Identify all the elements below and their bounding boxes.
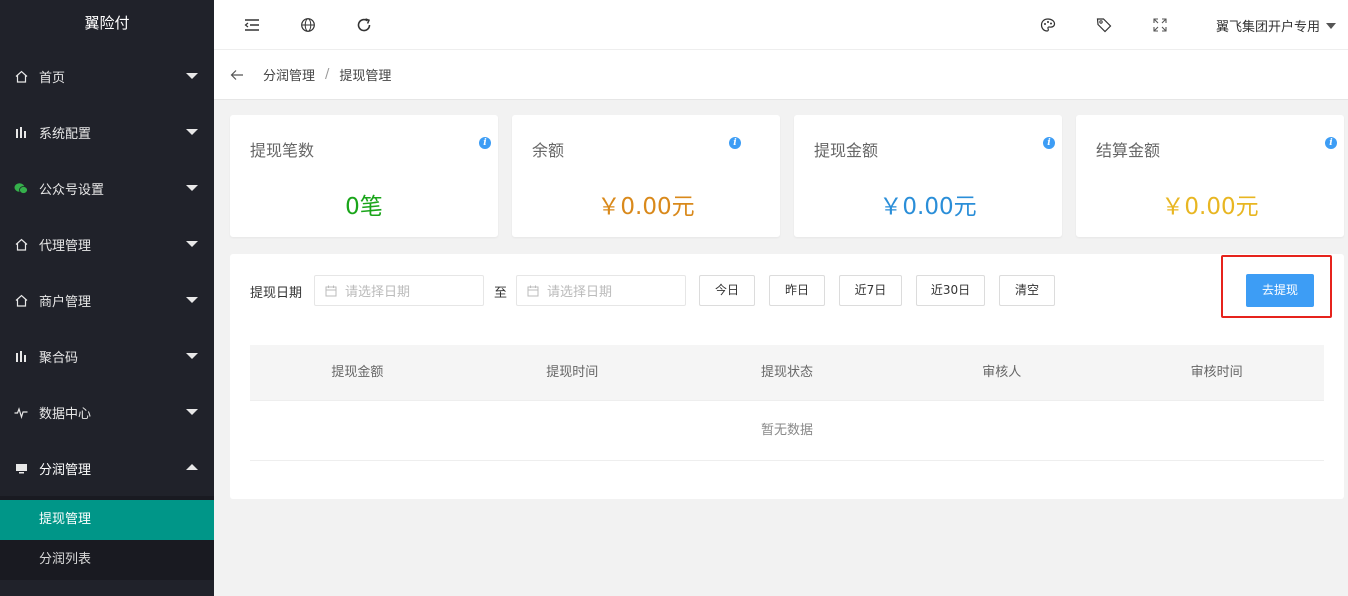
breadcrumb-item[interactable]: 分润管理 [263, 65, 315, 84]
info-icon[interactable]: i [729, 137, 741, 149]
sidebar-item-system-config[interactable]: 系统配置 [0, 104, 214, 160]
start-date-input[interactable]: 请选择日期 [314, 275, 484, 306]
column-header: 审核人 [982, 365, 1022, 380]
chevron-down-icon [186, 129, 198, 135]
user-name: 翼飞集团开户专用 [1215, 20, 1320, 35]
sidebar-item-home[interactable]: 首页 [0, 48, 214, 104]
home-icon [14, 237, 28, 251]
submenu-profit-management: 提现管理 分润列表 [0, 496, 214, 580]
empty-state: 暂无数据 [250, 401, 1324, 461]
stat-card-balance: 余额 i ￥0.00元 [512, 115, 780, 237]
chevron-down-icon [186, 185, 198, 191]
withdraw-panel: 提现日期 请选择日期 至 请选择日期 今日 昨日 近7日 近30日 清空 去提现… [230, 254, 1344, 499]
caret-down-icon [1326, 22, 1336, 29]
sidebar-subitem-profit-list[interactable]: 分润列表 [0, 540, 214, 580]
card-title: 提现金额 [814, 141, 879, 160]
info-icon[interactable]: i [1043, 137, 1055, 149]
sidebar-item-label: 聚合码 [39, 350, 79, 366]
back-arrow-icon[interactable] [230, 68, 244, 82]
info-icon[interactable]: i [1325, 137, 1337, 149]
sidebar-item-label: 首页 [39, 70, 66, 86]
app-title: 翼险付 [0, 0, 214, 48]
stat-card-settlement-amount: 结算金额 i ￥0.00元 [1076, 115, 1344, 237]
sidebar-item-wechat-settings[interactable]: 公众号设置 [0, 160, 214, 216]
chevron-down-icon [186, 241, 198, 247]
sidebar-item-data-center[interactable]: 数据中心 [0, 384, 214, 440]
card-value: 0笔 [345, 194, 383, 220]
chart-icon [14, 125, 28, 139]
pulse-icon [14, 405, 28, 419]
clear-button[interactable]: 清空 [999, 275, 1055, 306]
withdraw-button[interactable]: 去提现 [1246, 274, 1314, 307]
card-title: 结算金额 [1096, 141, 1161, 160]
today-button[interactable]: 今日 [699, 275, 755, 306]
last-7-days-button[interactable]: 近7日 [839, 275, 902, 306]
globe-icon[interactable] [300, 17, 316, 33]
wechat-icon [14, 181, 28, 195]
chevron-down-icon [186, 409, 198, 415]
end-date-input[interactable]: 请选择日期 [516, 275, 686, 306]
chevron-down-icon [186, 297, 198, 303]
to-label: 至 [494, 286, 508, 301]
sidebar-item-label: 商户管理 [39, 294, 92, 310]
sidebar-item-merchant-management[interactable]: 商户管理 [0, 272, 214, 328]
date-label: 提现日期 [250, 286, 303, 301]
withdraw-table: 提现金额 提现时间 提现状态 审核人 审核时间 暂无数据 [250, 345, 1324, 461]
stat-card-withdraw-count: 提现笔数 i 0笔 [230, 115, 498, 237]
yesterday-button[interactable]: 昨日 [769, 275, 825, 306]
last-30-days-button[interactable]: 近30日 [916, 275, 985, 306]
stat-card-withdraw-amount: 提现金额 i ￥0.00元 [794, 115, 1062, 237]
card-value: ￥0.00元 [597, 194, 695, 220]
tag-icon[interactable] [1096, 17, 1112, 33]
chart-icon [14, 349, 28, 363]
sidebar-subitem-withdraw-management[interactable]: 提现管理 [0, 500, 214, 540]
sidebar-item-label: 分润管理 [39, 462, 92, 478]
refresh-icon[interactable] [356, 17, 372, 33]
menu-fold-icon[interactable] [244, 17, 260, 33]
sidebar-item-label: 数据中心 [39, 406, 92, 422]
sidebar-item-label: 代理管理 [39, 238, 92, 254]
breadcrumb-item-current: 提现管理 [339, 69, 392, 84]
breadcrumb-separator: / [325, 67, 330, 82]
column-header: 审核时间 [1190, 365, 1243, 380]
chevron-down-icon [186, 73, 198, 79]
home-icon [14, 69, 28, 83]
sidebar-item-label: 系统配置 [39, 126, 92, 142]
card-value: ￥0.00元 [1161, 194, 1259, 220]
column-header: 提现时间 [546, 365, 599, 380]
table-header: 提现金额 提现时间 提现状态 审核人 审核时间 [250, 345, 1324, 401]
fullscreen-icon[interactable] [1152, 17, 1168, 33]
end-date-placeholder: 请选择日期 [547, 285, 613, 300]
column-header: 提现金额 [331, 365, 384, 380]
sidebar-item-label: 公众号设置 [39, 182, 105, 198]
card-value: ￥0.00元 [879, 194, 977, 220]
card-title: 提现笔数 [250, 141, 315, 160]
breadcrumb: 分润管理 / 提现管理 [214, 50, 1348, 100]
chevron-up-icon [186, 464, 198, 470]
user-menu[interactable]: 翼飞集团开户专用 [1216, 16, 1336, 35]
calendar-icon [527, 285, 539, 297]
home-icon [14, 293, 28, 307]
sidebar-item-profit-management[interactable]: 分润管理 [0, 440, 214, 496]
sidebar-item-aggregate-code[interactable]: 聚合码 [0, 328, 214, 384]
monitor-icon [14, 461, 28, 475]
sidebar-item-agent-management[interactable]: 代理管理 [0, 216, 214, 272]
card-title: 余额 [532, 141, 565, 160]
calendar-icon [325, 285, 337, 297]
theme-icon[interactable] [1040, 17, 1056, 33]
column-header: 提现状态 [760, 365, 813, 380]
top-header: 翼飞集团开户专用 [214, 0, 1348, 50]
info-icon[interactable]: i [479, 137, 491, 149]
start-date-placeholder: 请选择日期 [345, 285, 411, 300]
chevron-down-icon [186, 353, 198, 359]
sidebar: 翼险付 首页 系统配置 公众号设置 代理管理 商户管理 聚合码 数据中心 分润管… [0, 0, 214, 596]
